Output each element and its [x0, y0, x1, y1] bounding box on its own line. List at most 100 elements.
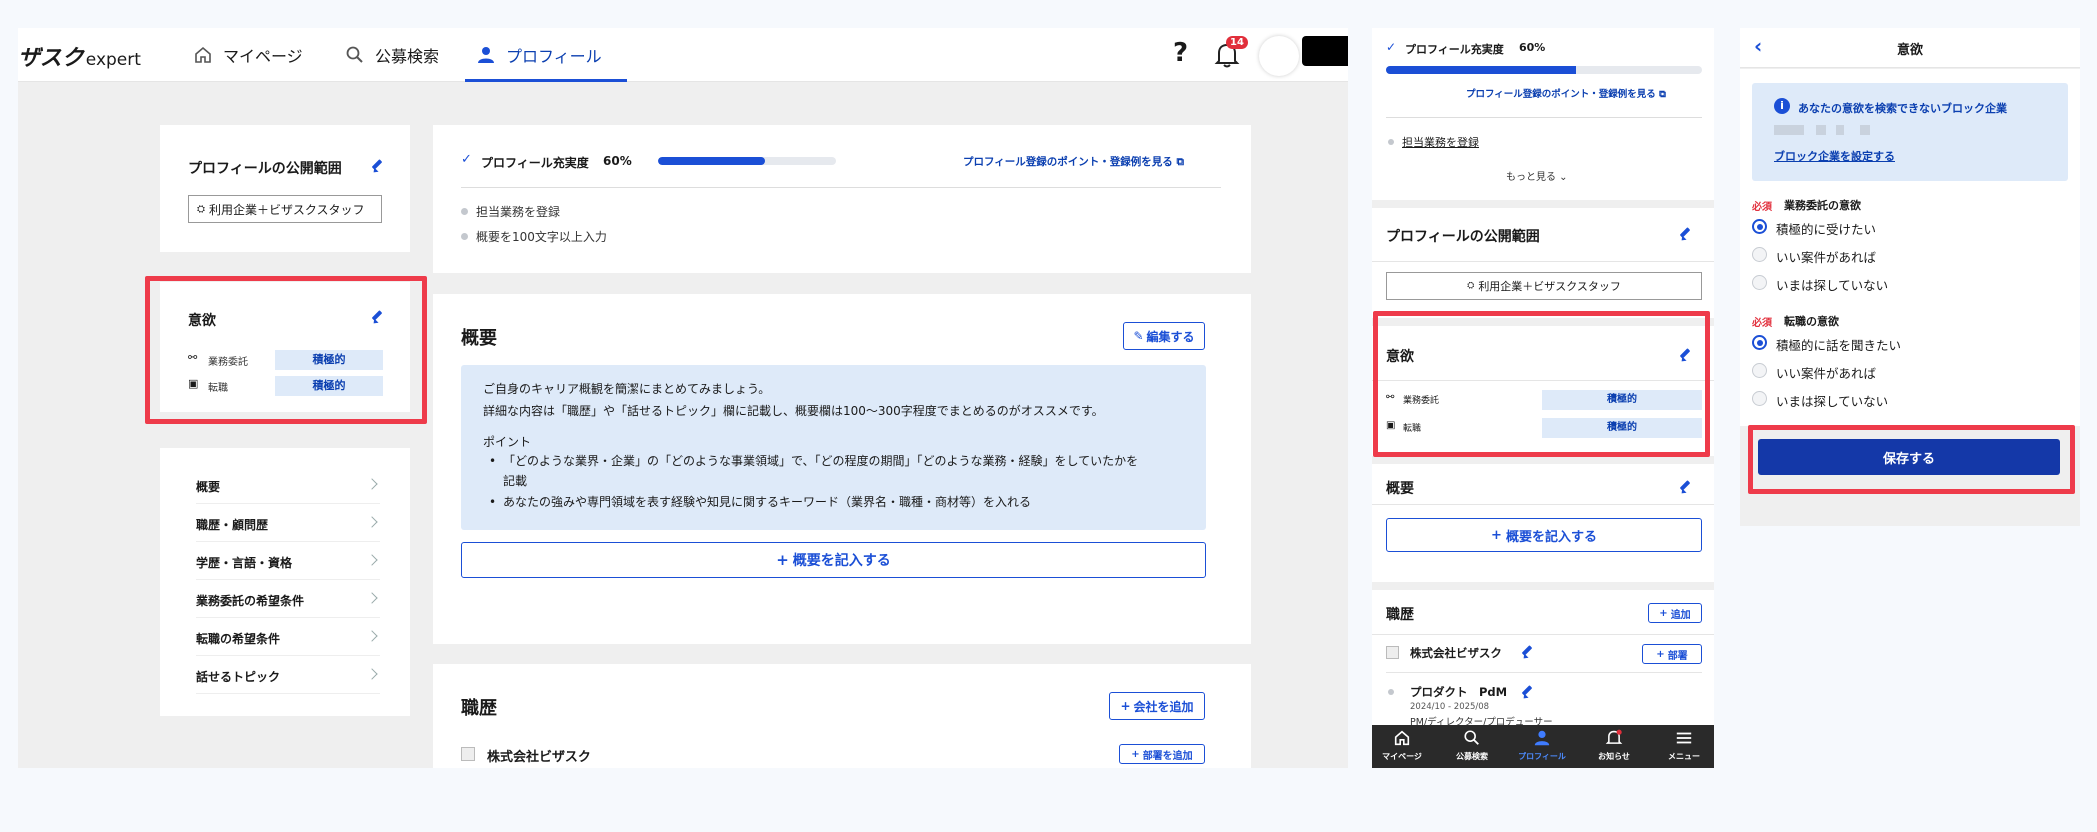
radio-selected — [1752, 335, 1767, 350]
radio-unselected — [1752, 363, 1767, 378]
divider — [1372, 504, 1714, 505]
edit-company-icon[interactable] — [1520, 645, 1534, 659]
info-line: ご自身のキャリア概観を簡潔にまとめてみましょう。 — [483, 382, 771, 396]
avatar[interactable] — [1259, 36, 1299, 76]
tab-mypage[interactable]: マイページ — [1372, 729, 1432, 762]
chevron-right-icon — [366, 592, 378, 604]
plus-icon: + — [1491, 527, 1502, 543]
menu-item-label: 業務委託の希望条件 — [196, 594, 305, 608]
add-dept-button[interactable]: + 部署 — [1642, 644, 1702, 664]
q2-option[interactable]: いい案件があれば — [1752, 362, 2052, 382]
logo-suffix: expert — [85, 50, 141, 70]
tab-profile[interactable]: プロフィール — [1512, 729, 1572, 762]
modal-header: ‹ 意欲 — [1740, 28, 2080, 68]
q2-option[interactable]: いまは探していない — [1752, 390, 2052, 410]
blocked-companies-redacted — [1774, 125, 1874, 135]
plus-icon: + — [1131, 748, 1140, 760]
notif-count-badge: 14 — [1226, 36, 1248, 49]
menu-item-label: 話せるトピック — [196, 670, 281, 684]
edit-summary-icon[interactable] — [1678, 480, 1692, 494]
option-label: いい案件があれば — [1776, 250, 1877, 265]
external-link-icon: ⧉ — [1176, 156, 1184, 168]
add-summary-button[interactable]: + 概要を記入する — [461, 542, 1206, 578]
completion-pct: 60% — [1519, 41, 1546, 54]
completion-card: ✓ プロフィール充実度 60% プロフィール登録のポイント・登録例を見る ⧉ 担… — [433, 125, 1251, 273]
nav-profile[interactable]: プロフィール — [476, 42, 602, 68]
point-item: 「どのような業界・企業」の「どのような事業領域」で、「どの程度の期間」「どのよう… — [503, 454, 1139, 468]
desktop-panel: ザスク expert マイページ 公募検索 プロフィール ? 14 プロフィールの… — [18, 28, 1348, 768]
check-icon: ✓ — [1386, 40, 1397, 54]
company-name: 株式会社ビザスク — [1410, 646, 1502, 660]
q1-option[interactable]: いまは探していない — [1752, 274, 2052, 294]
add-career-label: 追加 — [1670, 609, 1691, 621]
role-title: プロダクト PdM — [1410, 685, 1508, 699]
option-label: 積極的に話を聞きたい — [1776, 338, 1902, 353]
mobile-summary-card: 概要 + 概要を記入する — [1372, 464, 1714, 582]
edit-summary-button[interactable]: ✎ 編集する — [1123, 322, 1205, 350]
block-settings-link[interactable]: ブロック企業を設定する — [1774, 148, 1895, 164]
todo-item[interactable]: 担当業務を登録 — [1402, 134, 1479, 150]
scope-card: プロフィールの公開範囲 ⛭ 利用企業＋ビザスクスタッフ — [160, 125, 410, 252]
todo-bullet — [1388, 139, 1394, 145]
account-menu[interactable] — [1302, 36, 1348, 66]
option-label: いまは探していない — [1776, 278, 1889, 293]
mobile-tabbar: マイページ 公募検索 プロフィール お知らせ メニュー — [1372, 725, 1714, 768]
edit-scope-icon[interactable] — [1678, 227, 1692, 241]
chevron-right-icon — [366, 478, 378, 490]
tab-notifications[interactable]: お知らせ — [1584, 729, 1644, 762]
section-menu: 概要 職歴・顧問歴 学歴・言語・資格 業務委託の希望条件 転職の希望条件 話せる… — [160, 448, 410, 716]
tips-link[interactable]: プロフィール登録のポイント・登録例を見る ⧉ — [963, 154, 1184, 169]
todo-item[interactable]: 担当業務を登録 — [476, 203, 560, 220]
completion-bar — [658, 157, 836, 165]
todo-item[interactable]: 概要を100文字以上入力 — [476, 228, 607, 245]
tab-search[interactable]: 公募検索 — [1442, 729, 1502, 762]
q1-option[interactable]: いい案件があれば — [1752, 246, 2052, 266]
q2-option[interactable]: 積極的に話を聞きたい — [1752, 334, 2052, 354]
required-badge: 必須 — [1752, 318, 1772, 329]
menu-item-label: 職歴・顧問歴 — [196, 518, 269, 532]
chevron-right-icon — [366, 668, 378, 680]
search-icon — [346, 46, 363, 63]
todo-bullet — [461, 208, 468, 215]
nav-mypage[interactable]: マイページ — [193, 42, 303, 68]
help-icon[interactable]: ? — [1173, 38, 1188, 68]
bullet: • — [489, 495, 497, 509]
point-label: ポイント — [483, 435, 532, 449]
add-dept-label: 部署 — [1667, 650, 1688, 662]
radio-unselected — [1752, 247, 1767, 262]
menu-item[interactable]: 概要 — [196, 466, 380, 504]
completion-bar-fill — [658, 157, 765, 165]
plus-icon: + — [776, 551, 789, 569]
nav-search[interactable]: 公募検索 — [345, 42, 439, 68]
menu-item[interactable]: 転職の希望条件 — [196, 618, 380, 656]
edit-role-icon[interactable] — [1520, 685, 1534, 699]
pencil-icon: ✎ — [1133, 329, 1144, 343]
menu-item[interactable]: 職歴・顧問歴 — [196, 504, 380, 542]
menu-item[interactable]: 学歴・言語・資格 — [196, 542, 380, 580]
edit-scope-icon[interactable] — [370, 159, 384, 173]
radio-unselected — [1752, 275, 1767, 290]
bell-icon[interactable]: 14 — [1214, 36, 1248, 73]
show-more-button[interactable]: もっと見る ⌄ — [1506, 168, 1568, 183]
career-title: 職歴 — [461, 698, 497, 719]
add-dept-button[interactable]: + 部署を追加 — [1119, 744, 1205, 764]
scope-value: 利用企業＋ビザスクスタッフ — [209, 202, 365, 217]
add-summary-button[interactable]: + 概要を記入する — [1386, 518, 1702, 552]
summary-title: 概要 — [461, 328, 497, 349]
tab-menu[interactable]: メニュー — [1654, 729, 1714, 762]
completion-pct: 60% — [603, 154, 632, 168]
divider — [1372, 634, 1714, 635]
menu-item[interactable]: 業務委託の希望条件 — [196, 580, 380, 618]
add-career-button[interactable]: + 追加 — [1648, 603, 1702, 623]
menu-item[interactable]: 話せるトピック — [196, 656, 380, 694]
scope-value-box: ⛭ 利用企業＋ビザスクスタッフ — [1386, 272, 1702, 300]
person-icon — [1534, 730, 1550, 746]
divider — [1386, 117, 1702, 118]
q1-option[interactable]: 積極的に受けたい — [1752, 218, 2052, 238]
logo[interactable]: ザスク expert — [18, 40, 141, 72]
tips-link[interactable]: プロフィール登録のポイント・登録例を見る ⧉ — [1466, 86, 1666, 100]
add-company-button[interactable]: + 会社を追加 — [1109, 692, 1205, 720]
scope-title: プロフィールの公開範囲 — [188, 161, 342, 177]
divider — [1372, 261, 1714, 262]
completion-bar-fill — [1386, 66, 1576, 74]
